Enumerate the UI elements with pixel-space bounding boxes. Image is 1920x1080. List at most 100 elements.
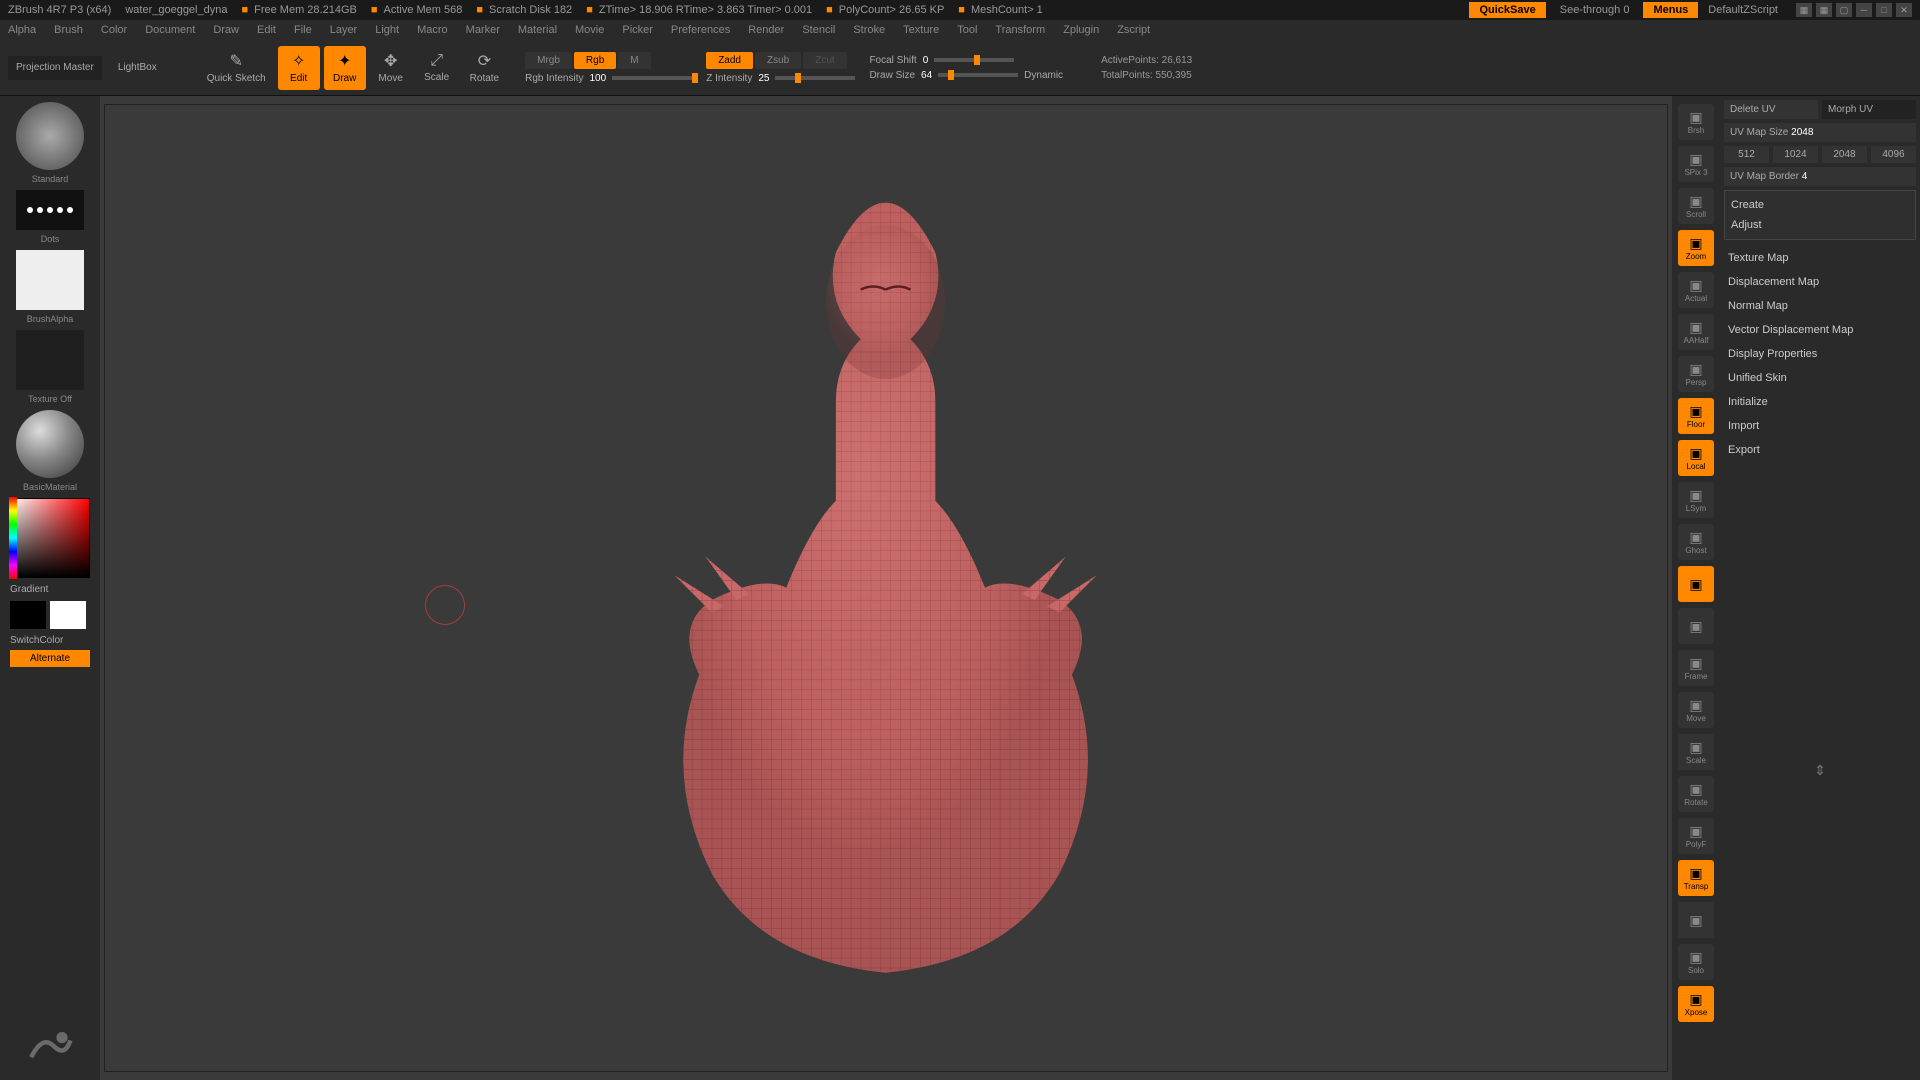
panel-import[interactable]: Import: [1724, 414, 1916, 438]
rtool-spix-3[interactable]: ▣SPix 3: [1678, 146, 1714, 182]
uv-map-border-field[interactable]: UV Map Border 4: [1724, 167, 1916, 186]
rgb-intensity-value[interactable]: 100: [590, 73, 607, 84]
draw-button[interactable]: ✦Draw: [324, 46, 366, 90]
rtool-aahalf[interactable]: ▣AAHalf: [1678, 314, 1714, 350]
draw-size-value[interactable]: 64: [921, 70, 932, 81]
rtool-scroll[interactable]: ▣Scroll: [1678, 188, 1714, 224]
menu-marker[interactable]: Marker: [466, 24, 500, 36]
panel-display-properties[interactable]: Display Properties: [1724, 342, 1916, 366]
menu-stroke[interactable]: Stroke: [853, 24, 885, 36]
panel-normal-map[interactable]: Normal Map: [1724, 294, 1916, 318]
panel-displacement-map[interactable]: Displacement Map: [1724, 270, 1916, 294]
panel-initialize[interactable]: Initialize: [1724, 390, 1916, 414]
morph-uv-button[interactable]: Morph UV: [1822, 100, 1916, 119]
viewport[interactable]: [104, 104, 1668, 1072]
resize-handle-icon[interactable]: ⇕: [1724, 762, 1916, 779]
color-picker[interactable]: [10, 498, 90, 578]
window-btn-1[interactable]: ▦: [1796, 3, 1812, 17]
close-button[interactable]: ✕: [1896, 3, 1912, 17]
see-through[interactable]: See-through 0: [1560, 4, 1630, 16]
zsub-button[interactable]: Zsub: [755, 52, 801, 69]
brush-preview[interactable]: [16, 102, 84, 170]
adjust-section[interactable]: Adjust: [1729, 215, 1911, 235]
menu-file[interactable]: File: [294, 24, 312, 36]
rtool-rotate[interactable]: ▣Rotate: [1678, 776, 1714, 812]
menu-zplugin[interactable]: Zplugin: [1063, 24, 1099, 36]
rtool-zoom[interactable]: ▣Zoom: [1678, 230, 1714, 266]
texture-preview[interactable]: [16, 330, 84, 390]
quicksave-button[interactable]: QuickSave: [1469, 2, 1545, 18]
alternate-button[interactable]: Alternate: [10, 650, 90, 667]
menu-picker[interactable]: Picker: [622, 24, 653, 36]
switch-color-button[interactable]: SwitchColor: [6, 633, 94, 648]
rtool-floor[interactable]: ▣Floor: [1678, 398, 1714, 434]
zadd-button[interactable]: Zadd: [706, 52, 753, 69]
rtool-solo[interactable]: ▣Solo: [1678, 944, 1714, 980]
quick-sketch-button[interactable]: ✎Quick Sketch: [199, 46, 274, 90]
rtool-brsh[interactable]: ▣Brsh: [1678, 104, 1714, 140]
swatch-black[interactable]: [10, 601, 46, 629]
rtool-actual[interactable]: ▣Actual: [1678, 272, 1714, 308]
edit-button[interactable]: ✧Edit: [278, 46, 320, 90]
window-btn-3[interactable]: ▢: [1836, 3, 1852, 17]
rtool-persp[interactable]: ▣Persp: [1678, 356, 1714, 392]
panel-vector-displacement-map[interactable]: Vector Displacement Map: [1724, 318, 1916, 342]
uv-size-1024[interactable]: 1024: [1773, 146, 1818, 163]
rtool-blank-19[interactable]: ▣: [1678, 902, 1714, 938]
uv-map-size-field[interactable]: UV Map Size 2048: [1724, 123, 1916, 142]
panel-texture-map[interactable]: Texture Map: [1724, 246, 1916, 270]
projection-master-button[interactable]: Projection Master: [8, 56, 102, 80]
minimize-button[interactable]: ─: [1856, 3, 1872, 17]
menu-material[interactable]: Material: [518, 24, 557, 36]
menu-macro[interactable]: Macro: [417, 24, 448, 36]
swatch-white[interactable]: [50, 601, 86, 629]
alpha-preview[interactable]: [16, 250, 84, 310]
delete-uv-button[interactable]: Delete UV: [1724, 100, 1818, 119]
rtool-xpose[interactable]: ▣Xpose: [1678, 986, 1714, 1022]
rtool-move[interactable]: ▣Move: [1678, 692, 1714, 728]
rtool-transp[interactable]: ▣Transp: [1678, 860, 1714, 896]
rtool-lsym[interactable]: ▣LSym: [1678, 482, 1714, 518]
rtool-blank-12[interactable]: ▣: [1678, 608, 1714, 644]
move-button[interactable]: ✥Move: [370, 46, 412, 90]
panel-export[interactable]: Export: [1724, 438, 1916, 462]
maximize-button[interactable]: □: [1876, 3, 1892, 17]
rgb-button[interactable]: Rgb: [574, 52, 616, 69]
rtool-frame[interactable]: ▣Frame: [1678, 650, 1714, 686]
z-intensity-value[interactable]: 25: [758, 73, 769, 84]
uv-size-4096[interactable]: 4096: [1871, 146, 1916, 163]
rtool-scale[interactable]: ▣Scale: [1678, 734, 1714, 770]
menu-preferences[interactable]: Preferences: [671, 24, 730, 36]
rgb-intensity-slider[interactable]: [612, 76, 692, 80]
panel-unified-skin[interactable]: Unified Skin: [1724, 366, 1916, 390]
stroke-preview[interactable]: [16, 190, 84, 230]
default-script[interactable]: DefaultZScript: [1708, 4, 1778, 16]
menu-transform[interactable]: Transform: [995, 24, 1045, 36]
menu-texture[interactable]: Texture: [903, 24, 939, 36]
menu-edit[interactable]: Edit: [257, 24, 276, 36]
scale-button[interactable]: ⤢Scale: [416, 46, 458, 90]
rtool-polyf[interactable]: ▣PolyF: [1678, 818, 1714, 854]
mrgb-button[interactable]: Mrgb: [525, 52, 572, 69]
lightbox-button[interactable]: LightBox: [110, 46, 165, 90]
material-preview[interactable]: [16, 410, 84, 478]
create-section[interactable]: Create: [1729, 195, 1911, 215]
uv-size-512[interactable]: 512: [1724, 146, 1769, 163]
menu-zscript[interactable]: Zscript: [1117, 24, 1150, 36]
menu-draw[interactable]: Draw: [213, 24, 239, 36]
window-btn-2[interactable]: ▦: [1816, 3, 1832, 17]
menu-render[interactable]: Render: [748, 24, 784, 36]
dynamic-label[interactable]: Dynamic: [1024, 70, 1063, 81]
rotate-button[interactable]: ⟳Rotate: [462, 46, 507, 90]
menu-document[interactable]: Document: [145, 24, 195, 36]
rtool-local[interactable]: ▣Local: [1678, 440, 1714, 476]
uv-size-2048[interactable]: 2048: [1822, 146, 1867, 163]
menu-color[interactable]: Color: [101, 24, 127, 36]
menu-stencil[interactable]: Stencil: [802, 24, 835, 36]
menu-alpha[interactable]: Alpha: [8, 24, 36, 36]
menu-layer[interactable]: Layer: [330, 24, 358, 36]
rtool-ghost[interactable]: ▣Ghost: [1678, 524, 1714, 560]
focal-shift-value[interactable]: 0: [923, 55, 929, 66]
menus-button[interactable]: Menus: [1643, 2, 1698, 18]
sculpt-mesh[interactable]: [417, 153, 1354, 1022]
